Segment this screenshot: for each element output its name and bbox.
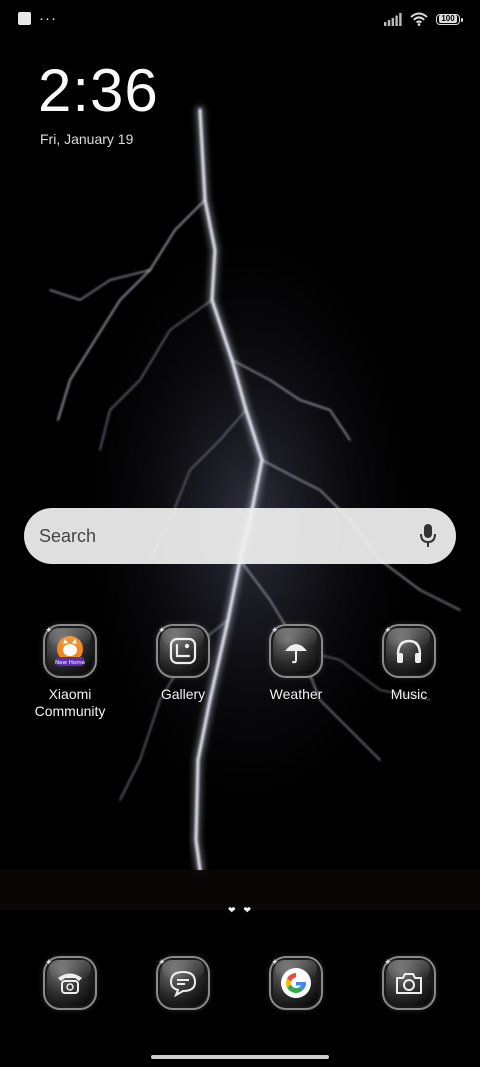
search-bar[interactable]: Search xyxy=(24,508,456,564)
battery-icon: 100 xyxy=(436,13,463,25)
status-bar: ··· 100 xyxy=(0,0,480,40)
camera-icon[interactable]: ✦ xyxy=(382,956,436,1010)
app-label-line2: Community xyxy=(34,703,106,719)
page-dot: ❤ xyxy=(243,905,252,915)
dock-camera[interactable]: ✦ xyxy=(359,956,459,1010)
notification-square-icon xyxy=(18,12,31,25)
battery-level: 100 xyxy=(439,14,457,23)
clock-time[interactable]: 2:36 xyxy=(38,56,159,126)
app-label: Weather xyxy=(269,686,323,702)
dock-google[interactable]: ✦ xyxy=(246,956,346,1010)
headphones-icon[interactable]: ✦ xyxy=(382,624,436,678)
phone-icon[interactable]: ✦ xyxy=(43,956,97,1010)
signal-icon xyxy=(384,12,402,26)
app-xiaomi-community[interactable]: New Home ✦ Xiaomi Community xyxy=(20,624,120,720)
wifi-icon xyxy=(410,12,428,26)
xiaomi-badge-text: New Home xyxy=(55,660,86,666)
page-indicator: ❤ ❤ xyxy=(228,905,251,916)
xiaomi-community-icon[interactable]: New Home ✦ xyxy=(43,624,97,678)
page-dot-active: ❤ xyxy=(228,905,236,915)
home-gesture-bar[interactable] xyxy=(151,1055,329,1059)
messages-icon[interactable]: ✦ xyxy=(156,956,210,1010)
google-icon[interactable]: ✦ xyxy=(269,956,323,1010)
search-placeholder[interactable]: Search xyxy=(39,526,416,547)
app-label: Gallery xyxy=(160,686,206,702)
app-gallery[interactable]: ✦ Gallery xyxy=(133,624,233,703)
more-notifications-icon: ··· xyxy=(39,10,57,27)
app-weather[interactable]: ✦ Weather xyxy=(246,624,346,703)
gallery-icon[interactable]: ✦ xyxy=(156,624,210,678)
weather-umbrella-icon[interactable]: ✦ xyxy=(269,624,323,678)
app-label: Music xyxy=(390,686,428,702)
microphone-icon[interactable] xyxy=(416,522,440,550)
dock-phone[interactable]: ✦ xyxy=(20,956,120,1010)
app-music[interactable]: ✦ Music xyxy=(359,624,459,703)
clock-date[interactable]: Fri, January 19 xyxy=(40,131,133,147)
app-label: Xiaomi xyxy=(48,686,92,702)
dock-messages[interactable]: ✦ xyxy=(133,956,233,1010)
